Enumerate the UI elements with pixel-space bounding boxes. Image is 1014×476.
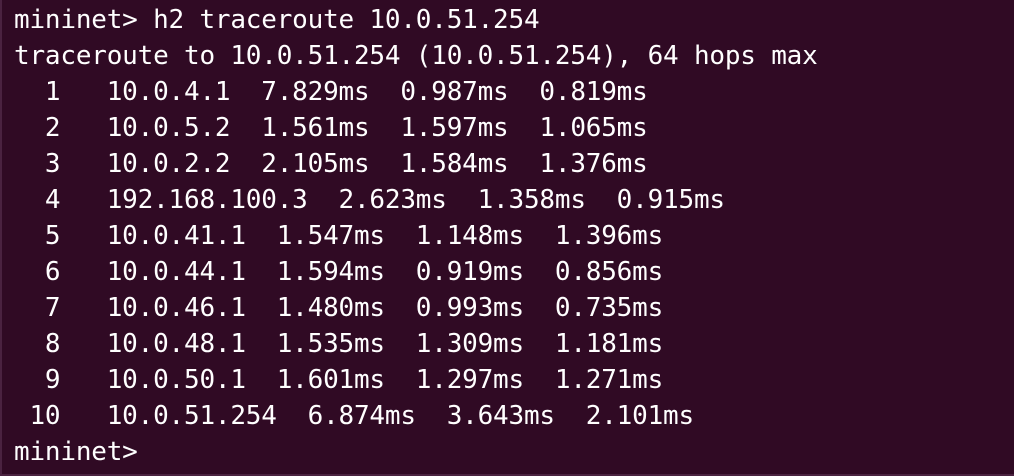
hop-line: 5 10.0.41.1 1.547ms 1.148ms 1.396ms (14, 221, 664, 251)
hop-line: 1 10.0.4.1 7.829ms 0.987ms 0.819ms (14, 77, 648, 107)
terminal-window[interactable]: mininet> h2 traceroute 10.0.51.254 trace… (0, 0, 1014, 476)
hop-line: 6 10.0.44.1 1.594ms 0.919ms 0.856ms (14, 257, 664, 287)
hop-line: 9 10.0.50.1 1.601ms 1.297ms 1.271ms (14, 365, 664, 395)
hop-line: 8 10.0.48.1 1.535ms 1.309ms 1.181ms (14, 329, 664, 359)
hop-line: 3 10.0.2.2 2.105ms 1.584ms 1.376ms (14, 149, 648, 179)
hop-line: 4 192.168.100.3 2.623ms 1.358ms 0.915ms (14, 185, 725, 215)
shell-prompt[interactable]: mininet> (14, 434, 138, 470)
hop-line: 10 10.0.51.254 6.874ms 3.643ms 2.101ms (14, 401, 694, 431)
hop-line: 2 10.0.5.2 1.561ms 1.597ms 1.065ms (14, 113, 648, 143)
traceroute-header: traceroute to 10.0.51.254 (10.0.51.254),… (14, 41, 818, 71)
hop-line: 7 10.0.46.1 1.480ms 0.993ms 0.735ms (14, 293, 664, 323)
command-line: mininet> h2 traceroute 10.0.51.254 (14, 5, 540, 35)
